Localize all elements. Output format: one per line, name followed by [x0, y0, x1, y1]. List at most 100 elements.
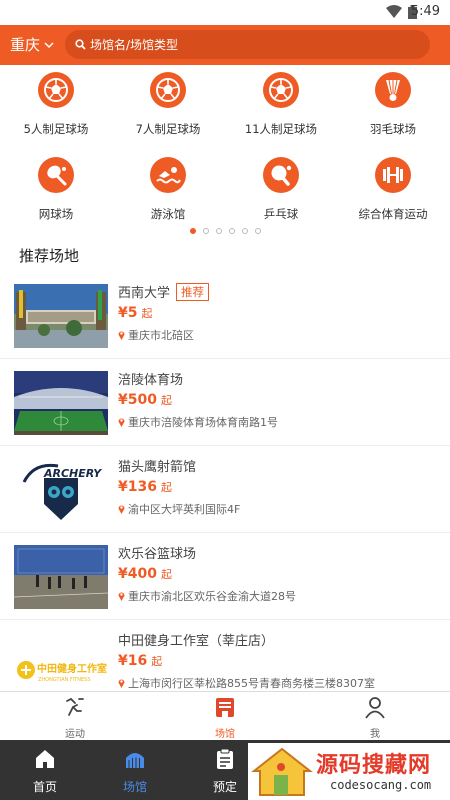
category-label: 5人制足球场 — [23, 122, 89, 136]
pagination-dot[interactable] — [241, 228, 248, 234]
category-grid: 5人制足球场 7人制足球场 11人制足球场 羽毛球场 网球场 游泳馆 乒乓球 综… — [0, 72, 450, 232]
person-icon — [365, 697, 385, 719]
venue-price: ¥5 起 — [118, 305, 152, 321]
swimmer-icon — [150, 157, 186, 193]
search-icon — [75, 39, 86, 50]
location-pin-icon — [118, 505, 125, 514]
sub-tab-sport[interactable]: 运动 — [0, 692, 150, 740]
soccer-ball-icon — [150, 72, 186, 108]
venue-address: 重庆市涪陵体育场体育南路1号 — [118, 414, 278, 430]
city-label: 重庆 — [10, 36, 41, 54]
venue-thumbnail — [14, 545, 108, 609]
venue-thumbnail: 中田健身工作室 ZHONGTIAN FITNESS — [14, 632, 108, 696]
venue-price: ¥16 起 — [118, 653, 162, 669]
building-icon — [216, 698, 234, 717]
category-table-tennis[interactable]: 乒乓球 — [225, 157, 337, 222]
venue-thumbnail — [14, 284, 108, 348]
category-tennis[interactable]: 网球场 — [0, 157, 112, 222]
pagination-dot[interactable] — [254, 228, 261, 234]
category-5-a-side-soccer[interactable]: 5人制足球场 — [0, 72, 112, 137]
list-item[interactable]: ARCHERY 猫头鹰射箭馆 ¥136 起 渝中区大坪英利国际4F — [0, 446, 450, 533]
venue-address: 渝中区大坪英利国际4F — [118, 501, 240, 517]
watermark-banner: 源码搜藏网 codesocang.com — [248, 743, 450, 800]
stadium-icon — [126, 753, 144, 768]
wifi-icon — [386, 5, 402, 18]
category-label: 网球场 — [38, 207, 74, 221]
venue-address: 上海市闵行区莘松路855号青春商务楼三楼8307室 — [118, 675, 375, 691]
address-text: 重庆市北碚区 — [128, 329, 194, 342]
price-suffix: 起 — [160, 568, 172, 581]
pagination-dot[interactable] — [215, 228, 222, 234]
venue-name: 猫头鹰射箭馆 — [118, 460, 197, 475]
sub-tabbar: 运动 场馆 我 — [0, 691, 450, 740]
list-item[interactable]: 欢乐谷篮球场 ¥400 起 重庆市渝北区欢乐谷金渝大道28号 — [0, 533, 450, 620]
tab-home[interactable]: 首页 — [0, 740, 90, 800]
location-pin-icon — [118, 418, 125, 427]
venue-price: ¥500 起 — [118, 392, 172, 408]
sub-tab-label: 场馆 — [215, 729, 235, 740]
category-label: 乒乓球 — [263, 207, 299, 221]
address-text: 上海市闵行区莘松路855号青春商务楼三楼8307室 — [128, 677, 375, 690]
city-selector[interactable]: 重庆 — [10, 34, 54, 55]
venue-address: 重庆市北碚区 — [118, 327, 194, 343]
status-bar: 5:49 — [0, 0, 450, 25]
zhongtian-logo-text: 中田健身工作室 — [37, 662, 107, 675]
price-value: ¥500 — [118, 392, 157, 408]
watermark-text: 源码搜藏网 — [316, 753, 432, 778]
search-box[interactable] — [65, 30, 430, 59]
sub-tab-me[interactable]: 我 — [300, 692, 450, 740]
watermark-url: codesocang.com — [330, 778, 432, 792]
price-value: ¥400 — [118, 566, 157, 582]
price-value: ¥5 — [118, 305, 138, 321]
address-text: 重庆市渝北区欢乐谷金渝大道28号 — [128, 590, 296, 603]
shuttlecock-icon — [375, 72, 411, 108]
header: 重庆 — [0, 25, 450, 65]
sub-tab-label: 我 — [370, 729, 380, 740]
category-badminton[interactable]: 羽毛球场 — [337, 72, 449, 137]
location-pin-icon — [118, 679, 125, 688]
venue-thumbnail — [14, 371, 108, 435]
runner-icon — [66, 697, 84, 716]
venue-thumbnail: ARCHERY — [14, 458, 108, 522]
soccer-ball-icon — [263, 72, 299, 108]
venue-name: 欢乐谷篮球场 — [118, 547, 197, 562]
list-item[interactable]: 西南大学 推荐 ¥5 起 重庆市北碚区 — [0, 272, 450, 359]
tab-venue[interactable]: 场馆 — [90, 740, 180, 800]
location-pin-icon — [118, 331, 125, 340]
pagination-dot[interactable] — [202, 228, 209, 234]
carousel-pagination — [0, 228, 450, 234]
pagination-dot[interactable] — [189, 228, 196, 234]
home-icon — [36, 750, 54, 768]
category-general-sports[interactable]: 综合体育运动 — [337, 157, 449, 222]
tennis-racket-icon — [38, 157, 74, 193]
category-label: 综合体育运动 — [358, 207, 428, 221]
price-suffix: 起 — [160, 481, 172, 494]
location-pin-icon — [118, 592, 125, 601]
soccer-ball-icon — [38, 72, 74, 108]
sub-tab-label: 运动 — [65, 729, 85, 740]
pagination-dot[interactable] — [228, 228, 235, 234]
category-label: 游泳馆 — [150, 207, 186, 221]
category-swimming[interactable]: 游泳馆 — [112, 157, 224, 222]
category-label: 羽毛球场 — [370, 122, 416, 136]
price-value: ¥136 — [118, 479, 157, 495]
price-value: ¥16 — [118, 653, 148, 669]
list-item[interactable]: 涪陵体育场 ¥500 起 重庆市涪陵体育场体育南路1号 — [0, 359, 450, 446]
zhongtian-logo-subtext: ZHONGTIAN FITNESS — [38, 677, 91, 683]
main-tab-label: 场馆 — [122, 780, 147, 794]
search-input[interactable] — [90, 37, 410, 52]
category-label: 7人制足球场 — [135, 122, 201, 136]
sub-tab-venue[interactable]: 场馆 — [150, 692, 300, 740]
price-suffix: 起 — [141, 307, 153, 320]
venue-address: 重庆市渝北区欢乐谷金渝大道28号 — [118, 588, 296, 604]
house-logo-icon — [251, 747, 313, 796]
category-11-a-side-soccer[interactable]: 11人制足球场 — [225, 72, 337, 137]
category-7-a-side-soccer[interactable]: 7人制足球场 — [112, 72, 224, 137]
archery-logo-text: ARCHERY — [43, 467, 102, 480]
venue-price: ¥136 起 — [118, 479, 172, 495]
chevron-down-icon — [44, 41, 54, 48]
main-tab-label: 首页 — [32, 780, 57, 794]
venue-name: 中田健身工作室（莘庄店） — [118, 634, 275, 649]
venue-name: 西南大学 — [118, 286, 171, 301]
address-text: 渝中区大坪英利国际4F — [128, 503, 241, 516]
